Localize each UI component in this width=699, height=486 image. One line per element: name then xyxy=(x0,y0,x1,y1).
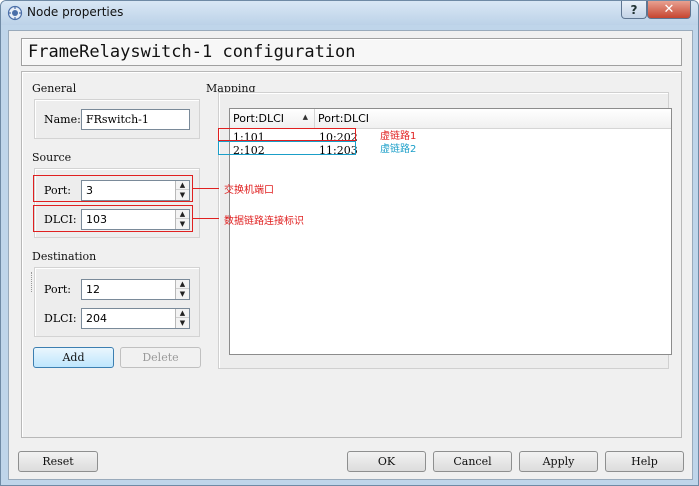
close-button[interactable]: ✕ xyxy=(647,1,691,19)
dlci-leader-line xyxy=(193,218,219,219)
destination-dlci-label: DLCI: xyxy=(44,312,77,325)
source-dlci-highlight-box xyxy=(33,205,193,232)
column-header-source-label: Port:DLCI xyxy=(233,112,285,125)
window-title: Node properties xyxy=(27,5,124,19)
destination-dlci-value: 204 xyxy=(86,312,107,325)
destination-group: Port: 12 ▲ ▼ DLCI: 204 ▲ ▼ xyxy=(34,267,200,337)
switch-port-annotation: 交换机端口 xyxy=(224,185,274,196)
reset-button[interactable]: Reset xyxy=(18,451,98,472)
spin-up-arrow-icon[interactable]: ▲ xyxy=(176,280,189,289)
vc2-annotation: 虚链路2 xyxy=(380,144,417,155)
destination-dlci-spinbox[interactable]: 204 ▲ ▼ xyxy=(81,308,190,329)
name-input[interactable]: FRswitch-1 xyxy=(81,109,190,130)
config-title-frame: FrameRelayswitch-1 configuration xyxy=(21,38,682,66)
apply-button[interactable]: Apply xyxy=(519,451,598,472)
spin-down-arrow-icon[interactable]: ▼ xyxy=(176,318,189,327)
column-header-source[interactable]: Port:DLCI ▲ xyxy=(230,109,315,129)
ok-button[interactable]: OK xyxy=(347,451,426,472)
splitter-handle[interactable] xyxy=(31,272,33,292)
spin-down-arrow-icon[interactable]: ▼ xyxy=(176,289,189,298)
destination-port-spinbox[interactable]: 12 ▲ ▼ xyxy=(81,279,190,300)
destination-section-label: Destination xyxy=(32,250,97,263)
switch-port-leader-line xyxy=(193,188,219,189)
vc2-highlight-box xyxy=(218,141,356,155)
delete-button[interactable]: Delete xyxy=(120,347,201,368)
general-group: Name: FRswitch-1 xyxy=(34,99,200,139)
sort-ascending-icon: ▲ xyxy=(302,113,308,121)
question-icon: ? xyxy=(630,2,638,17)
destination-dlci-spin-buttons: ▲ ▼ xyxy=(175,309,189,328)
close-icon: ✕ xyxy=(663,2,675,17)
column-header-destination-label: Port:DLCI xyxy=(318,112,370,125)
vc1-highlight-box xyxy=(218,128,356,141)
dialog-client-area: FrameRelayswitch-1 configuration General… xyxy=(8,30,693,480)
node-properties-window: Node properties ? ✕ FrameRelayswitch-1 c… xyxy=(0,0,699,486)
app-icon xyxy=(7,5,23,21)
help-button[interactable]: Help xyxy=(605,451,684,472)
dlci-annotation: 数据链路连接标识 xyxy=(224,216,304,227)
column-header-destination[interactable]: Port:DLCI xyxy=(315,109,671,129)
config-title: FrameRelayswitch-1 configuration xyxy=(28,42,356,62)
add-button[interactable]: Add xyxy=(33,347,114,368)
destination-port-value: 12 xyxy=(86,283,100,296)
mapping-list-header: Port:DLCI ▲ Port:DLCI xyxy=(230,109,671,129)
general-section-label: General xyxy=(32,82,77,95)
name-label: Name: xyxy=(44,113,81,126)
destination-port-spin-buttons: ▲ ▼ xyxy=(175,280,189,299)
source-port-highlight-box xyxy=(33,175,193,202)
source-section-label: Source xyxy=(32,151,72,164)
spin-up-arrow-icon[interactable]: ▲ xyxy=(176,309,189,318)
help-title-button[interactable]: ? xyxy=(621,1,647,19)
configuration-panel: General Name: FRswitch-1 Source Port: 3 … xyxy=(21,71,682,438)
cancel-button[interactable]: Cancel xyxy=(433,451,512,472)
destination-port-label: Port: xyxy=(44,283,71,296)
title-bar[interactable]: Node properties ? ✕ xyxy=(1,1,698,25)
